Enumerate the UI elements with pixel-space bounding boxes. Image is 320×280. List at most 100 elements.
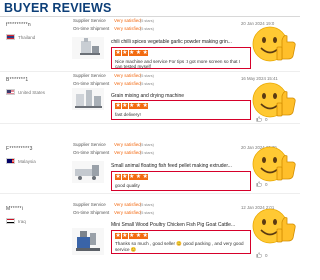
- review-text: fast delivery!: [115, 112, 141, 117]
- review-text: Thanks so much , good seller 😊 good pack…: [115, 241, 244, 252]
- country-name: Thailand: [18, 34, 36, 40]
- supplier-service-stars: (5 stars): [140, 73, 154, 78]
- on-time-shipment-label: On-time Shipment: [73, 26, 110, 31]
- product-thumbnail[interactable]: [72, 161, 104, 183]
- star-icon: [115, 102, 121, 110]
- star-icon: [135, 173, 142, 181]
- star-icon: [135, 102, 142, 110]
- rating-stars: [115, 49, 149, 57]
- on-time-shipment-stars: (5 stars): [140, 150, 154, 155]
- product-link[interactable]: Mini Small Wood Poultry Chicken Fish Pig…: [111, 222, 251, 228]
- on-time-shipment-stars: (5 stars): [140, 210, 154, 215]
- on-time-shipment-label: On-time Shipment: [73, 150, 110, 155]
- review-divider: [0, 123, 300, 124]
- star-icon: [128, 173, 135, 181]
- thumbs-up-emoji-icon: [252, 26, 296, 62]
- supplier-service-label: Supplier Service: [73, 142, 106, 147]
- supplier-service-label: Supplier Service: [73, 18, 106, 23]
- star-icon: [115, 173, 121, 181]
- supplier-service-stars: (5 stars): [140, 18, 154, 23]
- thumbs-up-emoji-icon: [252, 208, 296, 244]
- review-card-4: M*****i Iraq Supplier Service Very satis…: [0, 201, 300, 280]
- country-name: Iraq: [18, 218, 26, 224]
- star-icon: [142, 49, 149, 57]
- review-highlight-box: Thanks so much , good seller 😊 good pack…: [111, 230, 251, 254]
- star-icon: [128, 102, 135, 110]
- buyer-country: Malaysia: [6, 157, 36, 165]
- review-divider: [0, 193, 300, 194]
- buyer-name: F*********3: [6, 146, 33, 152]
- like-button[interactable]: 0: [256, 252, 268, 258]
- star-icon: [121, 49, 128, 57]
- united-states-flag-icon: [6, 89, 15, 95]
- page-title: BUYER REVIEWS: [4, 1, 112, 15]
- supplier-service-value: Very satisfied: [114, 142, 141, 147]
- on-time-shipment-value: Very satisfied: [114, 81, 141, 86]
- product-link[interactable]: chili chilli spices vegetable garlic pow…: [111, 39, 251, 45]
- review-card-2: B*******1 United States Supplier Service…: [0, 72, 300, 124]
- like-count: 0: [265, 252, 268, 258]
- country-name: United States: [18, 89, 46, 95]
- star-icon: [121, 102, 128, 110]
- like-button[interactable]: 0: [256, 116, 268, 122]
- product-link[interactable]: Small animal floating fish feed pellet m…: [111, 163, 251, 169]
- thumbs-up-emoji-icon: [252, 82, 296, 118]
- like-button[interactable]: 0: [256, 181, 268, 187]
- supplier-service-value: Very satisfied: [114, 73, 141, 78]
- on-time-shipment-label: On-time Shipment: [73, 210, 110, 215]
- star-icon: [142, 232, 149, 240]
- star-icon: [135, 49, 142, 57]
- on-time-shipment-value: Very satisfied: [114, 210, 141, 215]
- buyer-name: M*****i: [6, 206, 24, 212]
- star-icon: [115, 232, 121, 240]
- buyer-name: f*********n: [6, 22, 31, 28]
- reviews-header: BUYER REVIEWS: [0, 0, 300, 17]
- country-name: Malaysia: [18, 158, 36, 164]
- on-time-shipment-stars: (5 stars): [140, 26, 154, 31]
- star-icon: [128, 49, 135, 57]
- buyer-name: B*******1: [6, 77, 29, 83]
- supplier-service-value: Very satisfied: [114, 18, 141, 23]
- product-thumbnail[interactable]: [72, 228, 104, 255]
- on-time-shipment-value: Very satisfied: [114, 150, 141, 155]
- star-icon: [115, 49, 121, 57]
- buyer-country: Iraq: [6, 217, 26, 225]
- star-icon: [135, 232, 142, 240]
- star-icon: [142, 102, 149, 110]
- buyer-country: Thailand: [6, 33, 35, 41]
- product-thumbnail[interactable]: [72, 88, 104, 110]
- review-card-1: f*********n Thailand Supplier Service Ve…: [0, 17, 300, 72]
- review-text: Nice machine and service For tips :I got…: [115, 59, 241, 70]
- buyer-country: United States: [6, 88, 45, 96]
- product-link[interactable]: Grain mixing and drying machine: [111, 93, 251, 99]
- star-icon: [121, 232, 128, 240]
- supplier-service-value: Very satisfied: [114, 202, 141, 207]
- supplier-service-label: Supplier Service: [73, 202, 106, 207]
- malaysia-flag-icon: [6, 158, 15, 164]
- like-count: 0: [265, 116, 268, 122]
- product-thumbnail[interactable]: [72, 37, 104, 59]
- supplier-service-stars: (5 stars): [140, 142, 154, 147]
- thailand-flag-icon: [6, 34, 15, 40]
- rating-stars: [115, 173, 149, 181]
- iraq-flag-icon: [6, 218, 15, 224]
- review-highlight-box: Nice machine and service For tips :I got…: [111, 47, 251, 69]
- thumbs-up-icon: [256, 181, 262, 187]
- thumbs-up-emoji-icon: [252, 146, 296, 182]
- on-time-shipment-label: On-time Shipment: [73, 81, 110, 86]
- rating-stars: [115, 232, 149, 240]
- thumbs-up-icon: [256, 252, 262, 258]
- star-icon: [128, 232, 135, 240]
- star-icon: [142, 173, 149, 181]
- review-card-3: F*********3 Malaysia Supplier Service Ve…: [0, 141, 300, 194]
- supplier-service-stars: (5 stars): [140, 202, 154, 207]
- review-highlight-box: fast delivery!: [111, 100, 251, 120]
- thumbs-up-icon: [256, 116, 262, 122]
- review-highlight-box: good quality: [111, 171, 251, 191]
- rating-stars: [115, 102, 149, 110]
- like-count: 0: [265, 181, 268, 187]
- supplier-service-label: Supplier Service: [73, 73, 106, 78]
- review-text: good quality: [115, 183, 140, 188]
- on-time-shipment-value: Very satisfied: [114, 26, 141, 31]
- star-icon: [121, 173, 128, 181]
